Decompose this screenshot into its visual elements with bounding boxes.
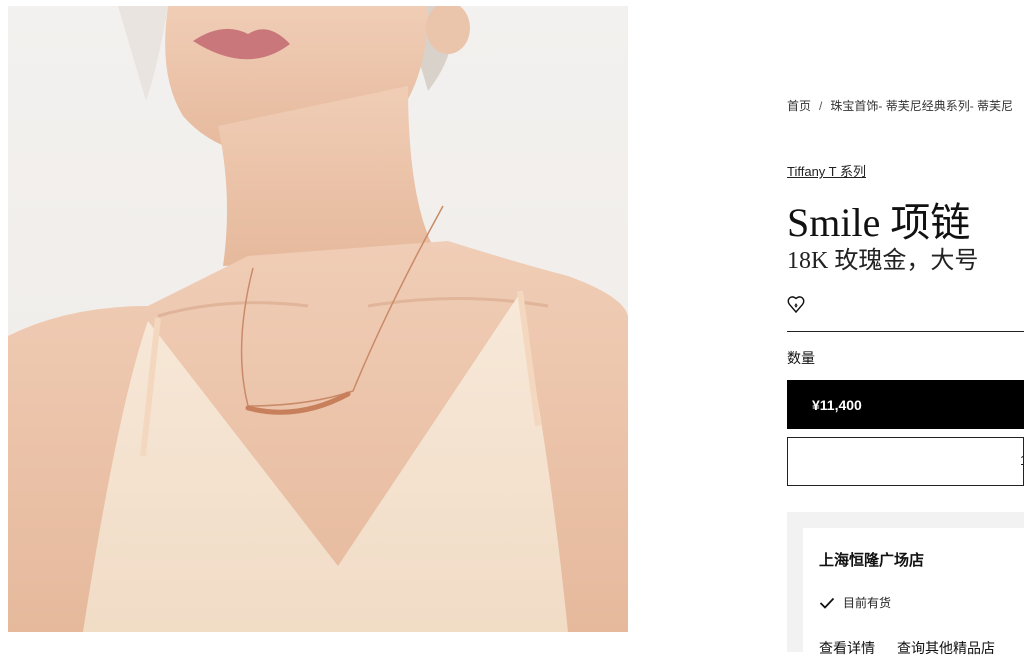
- breadcrumb-home-link[interactable]: 首页: [787, 99, 811, 113]
- price-label: ¥11,400: [812, 396, 862, 413]
- other-stores-link[interactable]: 查询其他精品店: [897, 640, 995, 656]
- breadcrumb-separator: /: [819, 99, 823, 113]
- checkmark-icon: [819, 597, 835, 609]
- add-to-bag-price-button[interactable]: ¥11,400: [787, 380, 1024, 429]
- store-availability-card: 上海恒隆广场店 目前有货 查看详情 查询其他精品店: [787, 512, 1024, 668]
- view-details-link[interactable]: 查看详情: [819, 640, 875, 656]
- product-image: [8, 6, 628, 632]
- stock-status-row: 目前有货: [819, 594, 891, 611]
- product-details-panel: 首页 / 珠宝首饰- 蒂芙尼经典系列- 蒂芙尼 Tiffany T 系列 Smile…: [787, 0, 1024, 668]
- heart-outline-icon: [787, 296, 805, 314]
- stock-status-text: 目前有货: [843, 596, 892, 610]
- breadcrumb-path-link[interactable]: 珠宝首饰- 蒂芙尼经典系列- 蒂芙尼: [830, 99, 1013, 113]
- breadcrumb: 首页 / 珠宝首饰- 蒂芙尼经典系列- 蒂芙尼: [787, 97, 1013, 114]
- secondary-button-label: 1: [1020, 452, 1023, 468]
- store-info-box: 上海恒隆广场店 目前有货 查看详情 查询其他精品店: [803, 528, 1024, 668]
- store-name: 上海恒隆广场店: [819, 552, 925, 569]
- store-links: 查看详情 查询其他精品店: [819, 638, 1017, 658]
- product-subtitle: 18K 玫瑰金，大号: [787, 248, 979, 274]
- collection-link[interactable]: Tiffany T 系列: [787, 161, 866, 180]
- divider: [787, 331, 1024, 332]
- wishlist-button[interactable]: [787, 294, 805, 314]
- secondary-action-button[interactable]: 1: [787, 437, 1024, 486]
- quantity-label: 数量: [787, 350, 815, 366]
